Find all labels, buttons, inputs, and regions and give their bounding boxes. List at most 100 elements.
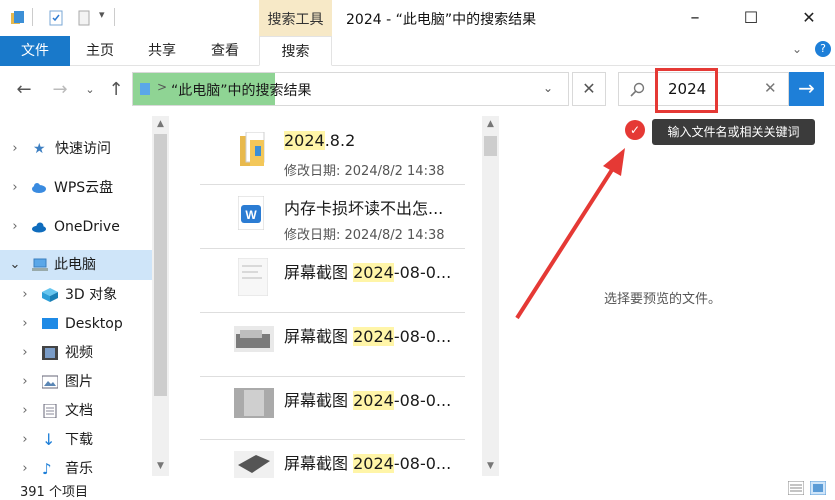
divider bbox=[200, 184, 465, 185]
nav-label: WPS云盘 bbox=[54, 180, 114, 196]
download-icon: ↓ bbox=[42, 430, 56, 449]
video-icon bbox=[42, 346, 58, 360]
title-text: -08-0... bbox=[393, 263, 452, 282]
forward-arrow-icon[interactable]: → bbox=[48, 79, 72, 103]
nav-label: 3D 对象 bbox=[65, 287, 118, 303]
search-go-button[interactable]: → bbox=[789, 72, 824, 106]
expand-chevron-icon[interactable]: › bbox=[18, 367, 32, 397]
computer-icon bbox=[32, 258, 48, 271]
clear-search-icon[interactable]: ✕ bbox=[764, 79, 777, 97]
properties-icon[interactable] bbox=[48, 10, 64, 26]
clear-address-button[interactable]: ✕ bbox=[572, 72, 606, 106]
title-text: .8.2 bbox=[324, 131, 356, 150]
scroll-down-icon[interactable]: ▼ bbox=[482, 458, 499, 474]
search-match: 2024 bbox=[353, 327, 394, 346]
result-item[interactable]: 屏幕截图 2024-08-0... bbox=[200, 312, 465, 374]
title-text: 屏幕截图 bbox=[284, 454, 354, 473]
details-view-icon[interactable] bbox=[788, 481, 804, 495]
nav-item-wps-cloud[interactable]: › WPS云盘 bbox=[0, 173, 152, 203]
scroll-thumb[interactable] bbox=[154, 134, 167, 396]
nav-label: 文档 bbox=[65, 403, 93, 419]
nav-item-quick-access[interactable]: › ★ 快速访问 bbox=[0, 134, 152, 164]
title-text: 屏幕截图 bbox=[284, 391, 354, 410]
tab-view[interactable]: 查看 bbox=[205, 36, 245, 66]
app-icon bbox=[11, 11, 24, 24]
context-tab-search-tools: 搜索工具 bbox=[259, 0, 332, 36]
scroll-up-icon[interactable]: ▲ bbox=[482, 116, 499, 132]
picture-icon bbox=[42, 375, 58, 389]
separator bbox=[114, 8, 115, 26]
image-thumb bbox=[234, 451, 274, 478]
tab-share[interactable]: 共享 bbox=[142, 36, 182, 66]
result-title: 屏幕截图 2024-08-0... bbox=[284, 387, 451, 411]
large-icons-view-icon[interactable] bbox=[810, 481, 826, 495]
nav-label: OneDrive bbox=[54, 219, 120, 235]
nav-label: 快速访问 bbox=[55, 141, 111, 157]
status-bar: 391 个项目 bbox=[0, 478, 835, 500]
image-thumb bbox=[234, 326, 274, 352]
cloud-icon bbox=[32, 183, 46, 193]
desktop-icon bbox=[42, 318, 58, 329]
collapse-chevron-icon[interactable]: ⌄ bbox=[8, 250, 22, 280]
nav-label: 此电脑 bbox=[54, 257, 96, 273]
maximize-button[interactable]: ☐ bbox=[728, 4, 774, 34]
cube-icon bbox=[42, 288, 58, 302]
result-item[interactable]: 2024.8.2 修改日期: 2024/8/2 14:38 bbox=[200, 120, 465, 182]
address-bar[interactable]: > “此电脑”中的搜索结果 ⌄ bbox=[132, 72, 569, 106]
tab-file[interactable]: 文件 bbox=[0, 36, 70, 66]
tab-home[interactable]: 主页 bbox=[80, 36, 120, 66]
nav-item-downloads[interactable]: › ↓ 下载 bbox=[0, 425, 152, 455]
title-bar: ▾ 搜索工具 2024 - “此电脑”中的搜索结果 – ☐ ✕ bbox=[0, 0, 835, 36]
expand-chevron-icon[interactable]: › bbox=[18, 309, 32, 339]
nav-item-3d-objects[interactable]: › 3D 对象 bbox=[0, 280, 152, 310]
new-folder-icon[interactable] bbox=[76, 10, 92, 26]
nav-item-documents[interactable]: › 文档 bbox=[0, 396, 152, 426]
expand-chevron-icon[interactable]: › bbox=[18, 425, 32, 455]
scroll-thumb[interactable] bbox=[484, 136, 497, 156]
search-match: 2024 bbox=[353, 263, 394, 282]
address-dropdown-icon[interactable]: ⌄ bbox=[543, 81, 553, 95]
close-button[interactable]: ✕ bbox=[786, 4, 832, 34]
result-item[interactable]: W 内存卡损坏读不出怎... 修改日期: 2024/8/2 14:38 bbox=[200, 184, 465, 246]
search-location-icon bbox=[140, 83, 150, 95]
results-scrollbar[interactable]: ▲ ▼ bbox=[482, 116, 499, 476]
up-arrow-icon[interactable]: ↑ bbox=[104, 79, 128, 103]
tooltip: 输入文件名或相关关键词 bbox=[652, 119, 815, 145]
search-match: 2024 bbox=[284, 131, 325, 150]
tab-search[interactable]: 搜索 bbox=[259, 36, 332, 66]
word-doc-icon: W bbox=[238, 196, 264, 230]
expand-chevron-icon[interactable]: › bbox=[18, 280, 32, 310]
minimize-button[interactable]: – bbox=[672, 4, 718, 34]
path-separator[interactable]: > bbox=[157, 80, 167, 94]
folder-icon bbox=[240, 132, 265, 166]
expand-chevron-icon[interactable]: › bbox=[18, 338, 32, 368]
item-count: 391 个项目 bbox=[20, 485, 88, 500]
scroll-up-icon[interactable]: ▲ bbox=[152, 116, 169, 132]
nav-item-desktop[interactable]: › Desktop bbox=[0, 309, 152, 339]
nav-item-this-pc[interactable]: ⌄ 此电脑 bbox=[0, 250, 152, 280]
nav-item-onedrive[interactable]: › OneDrive bbox=[0, 212, 152, 242]
separator bbox=[32, 8, 33, 26]
expand-chevron-icon[interactable]: › bbox=[8, 134, 22, 164]
result-item[interactable]: 屏幕截图 2024-08-0... bbox=[200, 248, 465, 310]
nav-label: 视频 bbox=[65, 345, 93, 361]
recent-locations-icon[interactable]: ⌄ bbox=[78, 79, 102, 103]
address-path[interactable]: “此电脑”中的搜索结果 bbox=[171, 80, 312, 100]
result-item[interactable]: 屏幕截图 2024-08-0... bbox=[200, 376, 465, 438]
expand-chevron-icon[interactable]: › bbox=[18, 396, 32, 426]
quick-access-dropdown-icon[interactable]: ▾ bbox=[99, 8, 105, 21]
preview-placeholder: 选择要预览的文件。 bbox=[604, 292, 722, 307]
back-arrow-icon[interactable]: ← bbox=[12, 79, 36, 103]
nav-item-videos[interactable]: › 视频 bbox=[0, 338, 152, 368]
expand-chevron-icon[interactable]: › bbox=[8, 173, 22, 203]
nav-scrollbar[interactable]: ▲ ▼ bbox=[152, 116, 169, 476]
nav-item-pictures[interactable]: › 图片 bbox=[0, 367, 152, 397]
scroll-down-icon[interactable]: ▼ bbox=[152, 458, 169, 474]
result-title: 屏幕截图 2024-08-0... bbox=[284, 323, 451, 347]
help-icon[interactable]: ? bbox=[815, 41, 831, 57]
title-text: -08-0... bbox=[393, 327, 452, 346]
result-item[interactable]: 屏幕截图 2024-08-0... bbox=[200, 439, 465, 478]
expand-chevron-icon[interactable]: › bbox=[8, 212, 22, 242]
ribbon-expand-icon[interactable]: ⌄ bbox=[792, 42, 802, 56]
result-modified-date: 修改日期: 2024/8/2 14:38 bbox=[284, 228, 445, 243]
